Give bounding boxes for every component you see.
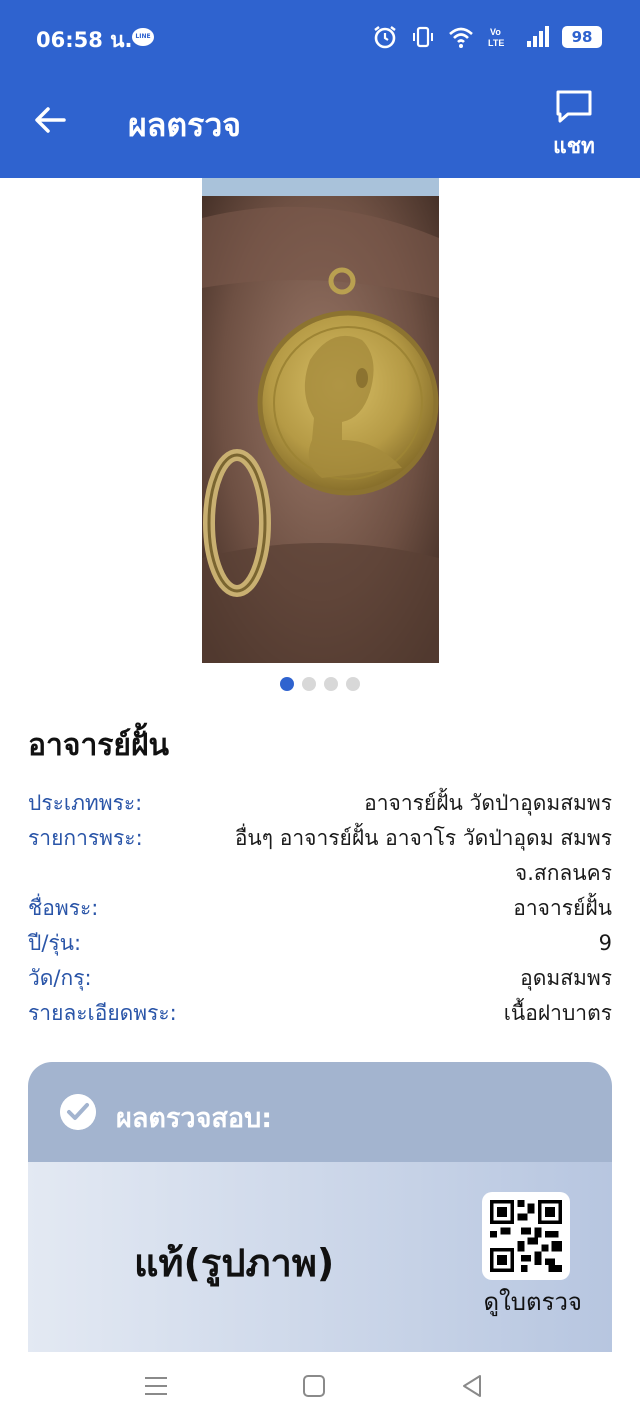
signal-icon: [527, 26, 549, 47]
view-certificate-link[interactable]: ดูใบตรวจ: [483, 1282, 582, 1321]
result-verdict: แท้(รูปภาพ): [134, 1241, 335, 1285]
amulet-name: อาจารย์ฝั้น: [28, 728, 170, 763]
detail-value: เนื้อฝาบาตร: [503, 1001, 612, 1025]
detail-label: รายละเอียดพระ:: [28, 1001, 177, 1025]
amulet-details: ประเภทพระ: อาจารย์ฝั้น วัดป่าอุดมสมพร รา…: [28, 786, 612, 1031]
status-icons: Vo LTE 98: [372, 22, 602, 52]
detail-label: รายการพระ:: [28, 826, 143, 850]
result-card: ผลตรวจสอบ: แท้(รูปภาพ) ดูใบตรวจ: [28, 1062, 612, 1352]
result-card-body: แท้(รูปภาพ) ดูใบตรวจ: [28, 1162, 612, 1352]
line-notification-icon: LINE: [132, 28, 154, 46]
amulet-photo[interactable]: [202, 178, 439, 663]
detail-row-item: รายการพระ: อื่นๆ อาจารย์ฝั้น อาจาโร วัดป…: [28, 821, 612, 891]
detail-label: ชื่อพระ:: [28, 896, 99, 920]
chat-bubble-icon: [556, 90, 592, 123]
gallery-dot[interactable]: [302, 677, 316, 691]
gallery-pagination: [280, 677, 360, 691]
detail-value: อื่นๆ อาจารย์ฝั้น อาจาโร วัดป่าอุดม สมพร…: [234, 826, 612, 885]
detail-value: อาจารย์ฝั้น: [513, 896, 612, 920]
battery-icon: 98: [562, 26, 602, 48]
detail-value: 9: [598, 931, 612, 955]
svg-text:Vo: Vo: [490, 27, 501, 37]
result-heading: ผลตรวจสอบ:: [116, 1103, 273, 1134]
page-title: ผลตรวจ: [128, 106, 242, 144]
gallery-dot[interactable]: [280, 677, 294, 691]
system-nav-bar: [0, 1352, 640, 1422]
detail-row-temple: วัด/กรุ: อุดมสมพร: [28, 961, 612, 996]
chat-button[interactable]: แชท: [544, 88, 604, 163]
wifi-icon: [449, 27, 473, 48]
amulet-photo-image: [202, 178, 439, 663]
back-triangle-icon[interactable]: [456, 1370, 488, 1402]
detail-label: วัด/กรุ:: [28, 966, 92, 990]
gallery-dot[interactable]: [324, 677, 338, 691]
vibrate-icon: [413, 26, 433, 48]
result-card-header: ผลตรวจสอบ:: [28, 1062, 612, 1162]
status-bar: 06:58 น. LINE Vo LTE 98: [0, 0, 640, 76]
check-circle-icon: [60, 1094, 96, 1130]
detail-row-type: ประเภทพระ: อาจารย์ฝั้น วัดป่าอุดมสมพร: [28, 786, 612, 821]
volte-icon: Vo LTE: [488, 27, 504, 48]
qr-code-icon: [490, 1200, 562, 1272]
detail-row-name: ชื่อพระ: อาจารย์ฝั้น: [28, 891, 612, 926]
menu-icon[interactable]: [140, 1370, 172, 1402]
status-time: 06:58 น.: [36, 28, 133, 52]
detail-value: อุดมสมพร: [520, 966, 612, 990]
svg-text:LTE: LTE: [488, 38, 504, 48]
detail-value: อาจารย์ฝั้น วัดป่าอุดมสมพร: [364, 791, 612, 815]
gallery-dot[interactable]: [346, 677, 360, 691]
back-button[interactable]: [30, 100, 70, 140]
home-icon[interactable]: [298, 1370, 330, 1402]
detail-label: ปี/รุ่น:: [28, 931, 82, 955]
detail-row-description: รายละเอียดพระ: เนื้อฝาบาตร: [28, 996, 612, 1031]
arrow-left-icon: [35, 107, 66, 133]
chat-label: แชท: [553, 134, 595, 158]
detail-label: ประเภทพระ:: [28, 791, 143, 815]
detail-row-year: ปี/รุ่น: 9: [28, 926, 612, 961]
app-header: 06:58 น. LINE Vo LTE 98 ผลตรวจ แชท: [0, 0, 640, 178]
alarm-icon: [374, 26, 396, 49]
qr-code-button[interactable]: [482, 1192, 570, 1280]
